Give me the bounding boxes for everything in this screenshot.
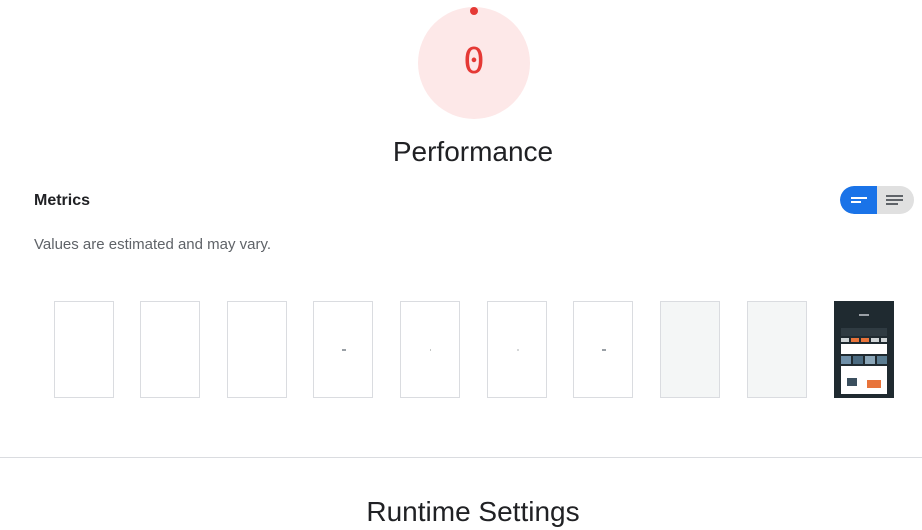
filmstrip-frame <box>747 301 807 398</box>
filmstrip-frame <box>660 301 720 398</box>
filmstrip-frame <box>400 301 460 398</box>
metrics-disclaimer: Values are estimated and may vary. <box>34 236 272 253</box>
filmstrip-frame <box>313 301 373 398</box>
bars-view-button[interactable] <box>840 186 877 214</box>
filmstrip-frame <box>573 301 633 398</box>
gauge-marker-dot <box>470 7 478 15</box>
filmstrip <box>54 301 922 398</box>
report-page: 0 Performance Metrics Values are estimat… <box>0 0 922 530</box>
metrics-view-toggle[interactable] <box>840 186 914 214</box>
runtime-settings-title: Runtime Settings <box>366 496 580 527</box>
performance-title: Performance <box>392 136 554 167</box>
lines-view-button[interactable] <box>877 186 914 214</box>
filmstrip-frame-final <box>834 301 894 398</box>
filmstrip-frame <box>140 301 200 398</box>
section-divider <box>0 457 922 458</box>
metrics-heading: Metrics <box>34 192 91 209</box>
filmstrip-frame <box>54 301 114 398</box>
filmstrip-frame <box>227 301 287 398</box>
filmstrip-frame <box>487 301 547 398</box>
performance-score: 0 <box>463 41 485 82</box>
